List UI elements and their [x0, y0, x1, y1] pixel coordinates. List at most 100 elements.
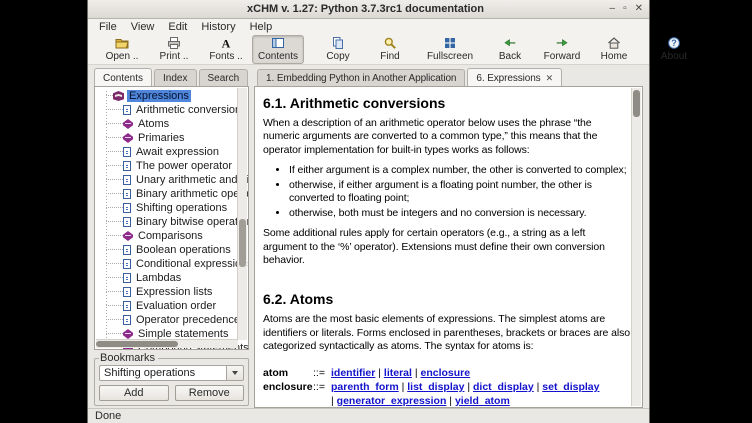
open-button[interactable]: Open .. — [96, 35, 148, 64]
tree-item[interactable]: Operator precedence — [95, 313, 248, 327]
bookmark-add-button[interactable]: Add — [99, 385, 169, 401]
menu-item[interactable]: File — [92, 21, 124, 33]
tree-connector — [106, 305, 123, 307]
home-button[interactable]: Home — [588, 35, 640, 64]
grammar-line: enclosure::=parenth_form | list_display … — [263, 380, 630, 394]
grammar-link[interactable]: set_display — [542, 381, 599, 393]
page-icon — [123, 259, 131, 269]
print-button[interactable]: Print .. — [148, 35, 200, 64]
titlebar: xCHM v. 1.27: Python 3.7.3rc1 documentat… — [88, 0, 649, 19]
tree-connector — [106, 179, 123, 181]
maximize-button[interactable]: ▫ — [623, 4, 627, 14]
paragraph: Some additional rules apply for certain … — [263, 227, 630, 267]
tree-item-label: Conditional expressions — [134, 258, 248, 270]
content-scrollbar[interactable] — [631, 88, 641, 406]
tree-vscroll-thumb[interactable] — [239, 219, 246, 267]
menu-item[interactable]: Edit — [161, 21, 194, 33]
grammar-link[interactable]: yield_atom — [455, 395, 510, 407]
tree-item-label: Expression lists — [134, 286, 214, 298]
page-icon — [123, 273, 131, 283]
bookmark-combobox[interactable]: Shifting operations — [99, 365, 244, 381]
combo-dropdown-button[interactable] — [226, 365, 244, 381]
tree-item[interactable]: Comparisons — [95, 229, 248, 243]
contents-toggle-button[interactable]: Contents — [252, 35, 304, 64]
grammar-link[interactable]: identifier — [331, 367, 375, 379]
back-button[interactable]: Back — [484, 35, 536, 64]
sidebar-tabs: Contents Index Search — [94, 68, 253, 86]
bookmark-selected-value: Shifting operations — [99, 365, 226, 381]
contents-pane-icon — [271, 36, 285, 50]
tree-item[interactable]: Expression lists — [95, 285, 248, 299]
tab-contents[interactable]: Contents — [94, 68, 152, 86]
document-view-panel: 6.1. Arithmetic conversions When a descr… — [254, 86, 643, 408]
menu-item[interactable]: View — [124, 21, 162, 33]
about-button[interactable]: ? About — [648, 35, 700, 64]
tab-search[interactable]: Search — [199, 69, 249, 86]
tree-item[interactable]: Await expression — [95, 145, 248, 159]
tree-item[interactable]: The power operator — [95, 159, 248, 173]
bullet-item: otherwise, if either argument is a float… — [289, 179, 630, 206]
tree-horizontal-scrollbar[interactable] — [96, 339, 238, 348]
tree-item-label: Binary arithmetic operation — [134, 188, 248, 200]
tree-item[interactable]: Boolean operations — [95, 243, 248, 257]
tree-item[interactable]: Binary bitwise operations — [95, 215, 248, 229]
fonts-button[interactable]: A Fonts .. — [200, 35, 252, 64]
grammar-block: atom::=identifier | literal | enclosure … — [263, 366, 630, 407]
tree-item[interactable]: Primaries — [95, 131, 248, 145]
tab-index[interactable]: Index — [154, 69, 196, 86]
about-question-icon: ? — [667, 36, 681, 50]
menu-item[interactable]: Help — [243, 21, 280, 33]
magnifier-icon — [383, 36, 397, 50]
menu-item[interactable]: History — [194, 21, 242, 33]
tree-item[interactable]: Evaluation order — [95, 299, 248, 313]
close-button[interactable]: ✕ — [635, 4, 643, 14]
grammar-productions: | generator_expression | yield_atom — [331, 395, 510, 407]
tree-connector — [106, 291, 123, 293]
fonts-button-label: Fonts .. — [209, 51, 242, 62]
grammar-link[interactable]: dict_display — [473, 381, 534, 393]
grammar-link[interactable]: parenth_form — [331, 381, 399, 393]
tree-connector — [106, 277, 123, 279]
doc-tab-expressions[interactable]: 6. Expressions✕ — [467, 68, 562, 86]
tree-item-label: Comparisons — [136, 230, 205, 242]
page-icon — [123, 189, 131, 199]
tree-hscroll-thumb[interactable] — [96, 341, 178, 347]
grammar-link[interactable]: literal — [384, 367, 412, 379]
conversion-rules-list: If either argument is a complex number, … — [263, 164, 630, 220]
forward-button[interactable]: Forward — [536, 35, 588, 64]
minimize-button[interactable]: – — [610, 4, 616, 14]
tree-connector — [106, 123, 123, 125]
tree-vertical-scrollbar[interactable] — [237, 88, 247, 340]
tree-item-label: Await expression — [134, 146, 221, 158]
svg-text:?: ? — [671, 38, 677, 48]
tab-close-icon[interactable]: ✕ — [546, 73, 553, 83]
doc-tab-embedding[interactable]: 1. Embedding Python in Another Applicati… — [257, 69, 465, 86]
content-scroll-thumb[interactable] — [633, 90, 640, 117]
tree-item[interactable]: Unary arithmetic and bitwis — [95, 173, 248, 187]
page-icon — [123, 203, 131, 213]
grammar-link[interactable]: list_display — [407, 381, 464, 393]
main-area: Expressions Arithmetic conversions Ato — [88, 86, 649, 408]
tree-item[interactable]: Conditional expressions — [95, 257, 248, 271]
tree-item[interactable]: Expressions — [95, 89, 248, 103]
tree-item[interactable]: Atoms — [95, 117, 248, 131]
copy-button[interactable]: Copy — [312, 35, 364, 64]
tree-item[interactable]: Arithmetic conversions — [95, 103, 248, 117]
grammar-link[interactable]: generator_expression — [337, 395, 447, 407]
bookmarks-label: Bookmarks — [99, 352, 158, 364]
find-button[interactable]: Find — [364, 35, 416, 64]
tree-item[interactable]: Lambdas — [95, 271, 248, 285]
page-icon — [123, 301, 131, 311]
page-icon — [123, 161, 131, 171]
tree-connector — [106, 319, 123, 321]
paragraph: Atoms are the most basic elements of exp… — [263, 313, 630, 353]
tree-item[interactable]: Binary arithmetic operation — [95, 187, 248, 201]
grammar-link[interactable]: enclosure — [420, 367, 470, 379]
find-button-label: Find — [380, 51, 399, 62]
book-closed-icon — [123, 329, 133, 339]
bookmark-remove-button[interactable]: Remove — [175, 385, 245, 401]
section-heading-6-1: 6.1. Arithmetic conversions — [263, 95, 630, 111]
fullscreen-button[interactable]: Fullscreen — [424, 35, 476, 64]
tree-item[interactable]: Shifting operations — [95, 201, 248, 215]
about-button-label: About — [661, 51, 687, 62]
